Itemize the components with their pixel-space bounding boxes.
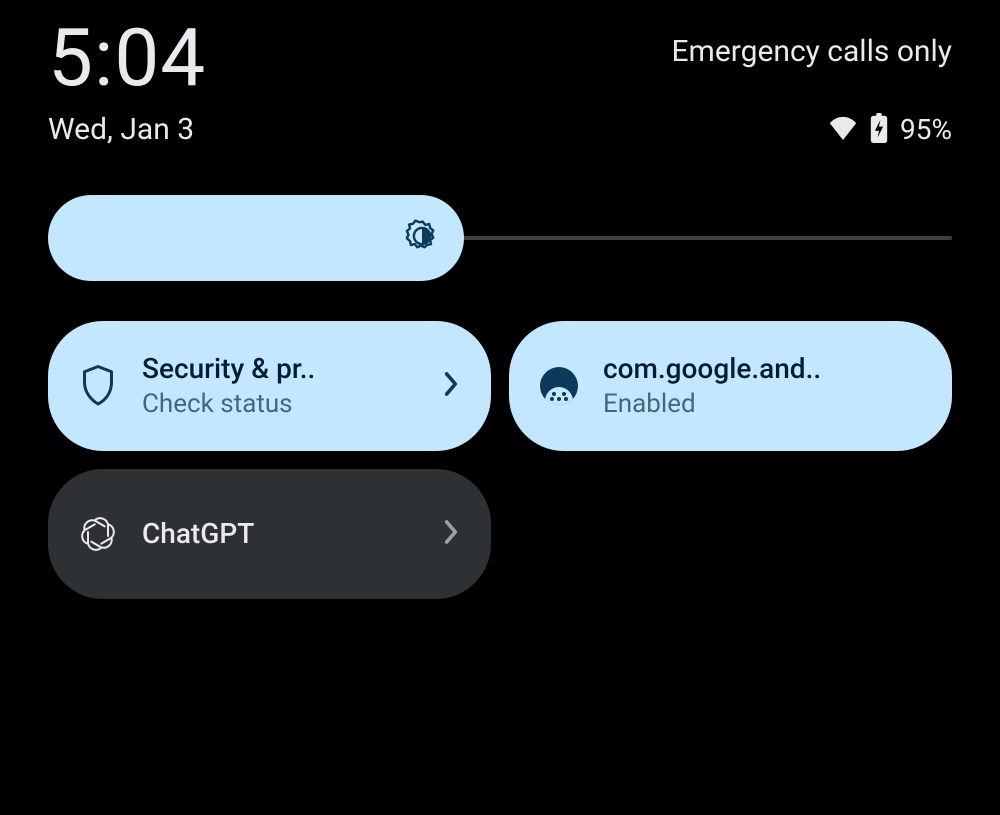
shield-icon [76, 365, 120, 407]
brightness-thumb[interactable] [48, 195, 464, 281]
quick-settings-tiles: Security & pr.. Check status com. [48, 321, 952, 599]
battery-charging-icon [870, 113, 888, 147]
tile-subtitle: Enabled [603, 389, 924, 419]
clock: 5:04 [48, 18, 206, 98]
tile-subtitle: Check status [142, 389, 421, 419]
tile-security-privacy[interactable]: Security & pr.. Check status [48, 321, 491, 451]
chevron-right-icon [443, 371, 463, 401]
tile-text: com.google.and.. Enabled [603, 353, 924, 419]
tile-title: ChatGPT [142, 518, 421, 550]
status-row-1: 5:04 Emergency calls only [48, 0, 952, 98]
tile-google-and[interactable]: com.google.and.. Enabled [509, 321, 952, 451]
status-row-2: Wed, Jan 3 95% [48, 112, 952, 147]
tile-text: ChatGPT [142, 518, 421, 550]
chatgpt-icon [76, 514, 120, 554]
tile-title: com.google.and.. [603, 353, 924, 385]
network-status-text: Emergency calls only [671, 34, 952, 69]
quick-settings-panel: 5:04 Emergency calls only Wed, Jan 3 95% [0, 0, 1000, 815]
tile-title: Security & pr.. [142, 353, 421, 385]
date: Wed, Jan 3 [48, 112, 194, 147]
wifi-icon [828, 116, 858, 144]
tile-chatgpt[interactable]: ChatGPT [48, 469, 491, 599]
brightness-icon [404, 218, 440, 258]
brightness-slider[interactable] [48, 195, 952, 281]
battery-percentage: 95% [900, 113, 952, 146]
status-indicators: 95% [828, 113, 952, 147]
chevron-right-icon [443, 519, 463, 549]
tile-text: Security & pr.. Check status [142, 353, 421, 419]
app-avatar-icon [537, 367, 581, 405]
